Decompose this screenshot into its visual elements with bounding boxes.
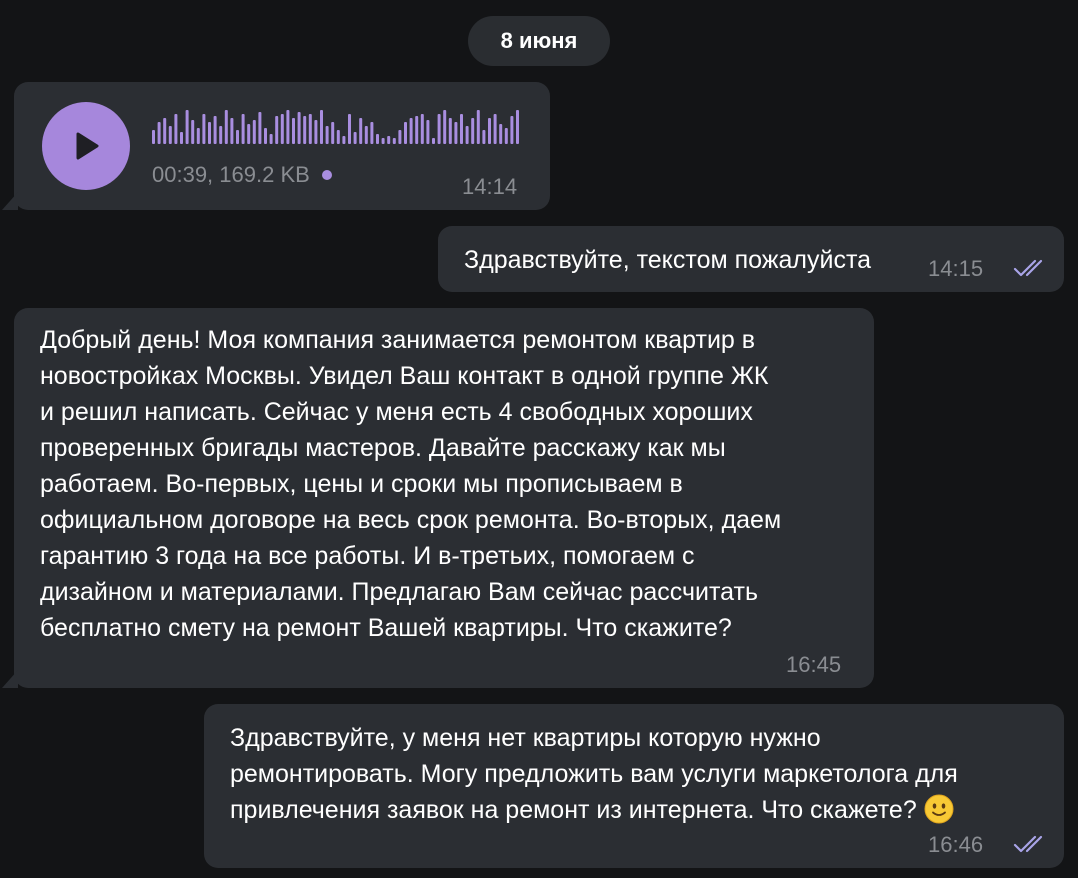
waveform-bar — [381, 138, 385, 144]
message-text-wrap: Здравствуйте, у меня нет квартиры котору… — [230, 720, 1050, 828]
waveform-bar — [191, 120, 195, 144]
waveform-bar — [196, 128, 200, 144]
waveform-bar — [264, 128, 267, 144]
waveform-bar — [297, 112, 301, 144]
waveform-bar — [258, 112, 262, 144]
waveform-bar — [219, 126, 223, 144]
waveform-bar — [516, 110, 519, 144]
waveform-bar — [488, 118, 491, 144]
waveform-bar — [163, 118, 167, 144]
waveform-bar — [152, 130, 155, 144]
waveform-bar — [370, 122, 374, 144]
waveform-bar — [471, 118, 475, 144]
waveform-bar — [376, 134, 379, 144]
bubble-tail — [2, 670, 18, 688]
waveform-bar — [364, 126, 368, 144]
waveform-bar — [320, 110, 323, 144]
waveform-bar — [387, 136, 391, 144]
voice-meta: 00:39, 169.2 KB — [152, 162, 332, 188]
waveform-bar — [409, 118, 413, 144]
waveform-bar — [168, 126, 172, 144]
waveform-bar — [460, 114, 463, 144]
message-text: Здравствуйте, текстом пожалуйста — [464, 246, 872, 274]
date-separator-label: 8 июня — [500, 28, 578, 53]
waveform-bar — [342, 136, 346, 144]
waveform-bar — [392, 138, 396, 144]
waveform-bar — [292, 118, 295, 144]
play-icon — [76, 132, 99, 160]
waveform-bar — [308, 114, 312, 144]
waveform-bar — [303, 116, 307, 144]
waveform-bar — [499, 124, 503, 144]
waveform-bar — [331, 122, 335, 144]
waveform-bar — [275, 116, 279, 144]
waveform-bar — [208, 122, 211, 144]
waveform-bar — [510, 116, 514, 144]
message-time: 16:45 — [786, 652, 842, 677]
waveform-bar — [432, 138, 435, 144]
message-text: Здравствуйте, у меня нет квартиры котору… — [230, 724, 958, 824]
waveform-bar — [465, 126, 469, 144]
waveform-bar — [269, 134, 273, 144]
message-time: 14:14 — [462, 174, 518, 199]
waveform-bar — [359, 118, 363, 144]
waveform-bar — [230, 118, 234, 144]
double-check-icon — [1013, 835, 1043, 853]
waveform-bar — [437, 114, 441, 144]
play-button[interactable] — [42, 102, 130, 190]
waveform-bar — [325, 126, 329, 144]
double-check-icon — [1013, 259, 1043, 277]
waveform-bar — [213, 116, 217, 144]
waveform-bar — [493, 114, 497, 144]
waveform-bar — [185, 110, 189, 144]
waveform-bar — [420, 114, 424, 144]
waveform-bar — [202, 114, 206, 144]
message-text: Добрый день! Моя компания занимается рем… — [40, 326, 782, 642]
date-separator: 8 июня — [468, 16, 610, 66]
waveform-bar — [426, 120, 430, 144]
waveform-bar — [348, 114, 351, 144]
waveform-bar — [353, 132, 357, 144]
waveform-bar — [252, 120, 256, 144]
waveform-bar — [241, 114, 245, 144]
waveform-bar — [443, 110, 447, 144]
waveform-icon[interactable] — [152, 104, 524, 148]
unread-dot — [321, 170, 332, 180]
waveform-bar — [286, 110, 290, 144]
waveform-bar — [314, 120, 318, 144]
message-time: 16:46 — [928, 832, 984, 857]
waveform-bar — [476, 110, 480, 144]
waveform-bar — [247, 124, 251, 144]
voice-duration-size: 00:39, 169.2 KB — [152, 162, 310, 187]
waveform-bar — [180, 132, 183, 144]
waveform-bar — [174, 114, 178, 144]
waveform-bar — [280, 114, 284, 144]
waveform-bar — [398, 130, 402, 144]
waveform-bar — [336, 130, 340, 144]
slightly-smiling-face-emoji-icon — [924, 794, 954, 824]
message-time: 14:15 — [928, 256, 984, 281]
waveform-bar — [224, 110, 228, 144]
waveform-bar — [448, 118, 452, 144]
waveform-bar — [482, 130, 486, 144]
waveform-bar — [415, 116, 419, 144]
waveform-bar — [504, 128, 508, 144]
waveform-bar — [236, 130, 239, 144]
waveform-bar — [157, 122, 161, 144]
waveform-bar — [454, 122, 458, 144]
waveform-bar — [404, 122, 407, 144]
